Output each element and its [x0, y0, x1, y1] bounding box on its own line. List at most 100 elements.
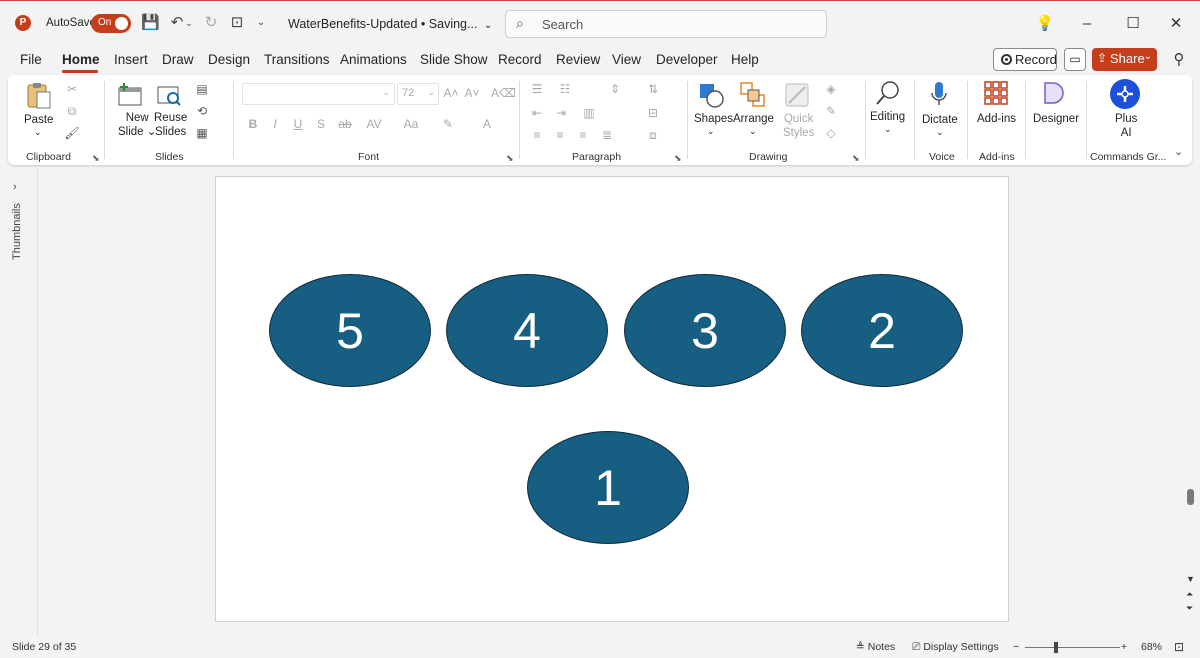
- font-launcher-icon[interactable]: ⬊: [506, 153, 514, 164]
- font-color-icon[interactable]: A: [479, 116, 495, 132]
- tab-slide-show[interactable]: Slide Show: [420, 52, 488, 67]
- zoom-slider[interactable]: [1025, 647, 1120, 648]
- close-button[interactable]: ✕: [1165, 13, 1187, 35]
- ellipse-shape-5[interactable]: 5: [269, 274, 431, 387]
- smartart-icon[interactable]: ⧈: [645, 127, 661, 143]
- tab-draw[interactable]: Draw: [162, 52, 194, 67]
- align-right-icon[interactable]: ≡: [575, 127, 591, 143]
- tab-help[interactable]: Help: [731, 52, 759, 67]
- designer-icon[interactable]: [1040, 79, 1068, 107]
- scroll-down-icon[interactable]: ▼: [1186, 574, 1195, 584]
- ellipse-shape-2[interactable]: 2: [801, 274, 963, 387]
- tab-home[interactable]: Home: [62, 52, 100, 67]
- lightbulb-icon[interactable]: 💡: [1034, 13, 1056, 35]
- quick-styles-label[interactable]: Quick Styles: [783, 112, 814, 140]
- chevron-down-icon[interactable]: ⌄: [749, 126, 757, 137]
- format-painter-icon[interactable]: 🖌: [64, 125, 80, 141]
- slide-canvas[interactable]: 5 4 3 2 1: [215, 176, 1009, 622]
- tab-design[interactable]: Design: [208, 52, 250, 67]
- fit-to-window-icon[interactable]: ⊡: [1174, 640, 1184, 654]
- document-title[interactable]: WaterBenefits-Updated • Saving... ⌄: [288, 17, 492, 31]
- paste-label[interactable]: Paste: [24, 113, 53, 127]
- align-left-icon[interactable]: ≡: [529, 127, 545, 143]
- new-slide-icon[interactable]: [116, 81, 144, 109]
- copy-icon[interactable]: ⧉: [64, 103, 80, 119]
- shapes-label[interactable]: Shapes: [694, 112, 733, 126]
- add-ins-label[interactable]: Add-ins: [977, 112, 1016, 126]
- zoom-out-button[interactable]: −: [1013, 641, 1019, 653]
- chevron-down-icon[interactable]: ⌄: [707, 126, 715, 137]
- shrink-font-icon[interactable]: A˅: [464, 85, 480, 101]
- tab-insert[interactable]: Insert: [114, 52, 148, 67]
- reuse-slides-icon[interactable]: [155, 81, 183, 109]
- next-slide-icon[interactable]: ⏷: [1186, 603, 1193, 614]
- layout-icon[interactable]: ▤: [194, 81, 210, 97]
- columns-icon[interactable]: ▥: [581, 105, 597, 121]
- autosave-toggle[interactable]: On: [91, 14, 131, 33]
- share-button[interactable]: ⇪ Share ⌄: [1092, 48, 1157, 71]
- zoom-slider-knob[interactable]: [1054, 642, 1058, 653]
- tab-review[interactable]: Review: [556, 52, 600, 67]
- add-ins-icon[interactable]: [983, 80, 1009, 106]
- designer-label[interactable]: Designer: [1033, 112, 1079, 126]
- font-size-dropdown[interactable]: 72 ⌄: [397, 83, 439, 105]
- chevron-down-icon[interactable]: ⌄: [884, 124, 892, 135]
- collapse-ribbon-icon[interactable]: ⌄: [1174, 145, 1183, 158]
- undo-dropdown-icon[interactable]: ⌄: [184, 14, 194, 32]
- bullets-icon[interactable]: ☰: [529, 81, 545, 97]
- cut-icon[interactable]: ✂: [64, 81, 80, 97]
- line-spacing-icon[interactable]: ⇕: [607, 81, 623, 97]
- strikethrough-icon[interactable]: ab: [337, 116, 353, 132]
- plus-ai-label[interactable]: Plus AI: [1115, 112, 1137, 140]
- redo-icon[interactable]: ↻: [202, 14, 220, 32]
- tab-record[interactable]: Record: [498, 52, 542, 67]
- shapes-icon[interactable]: [698, 81, 726, 109]
- shape-fill-icon[interactable]: ◈: [823, 81, 839, 97]
- text-direction-icon[interactable]: ⇅: [645, 81, 661, 97]
- justify-icon[interactable]: ≣: [599, 127, 615, 143]
- clear-formatting-icon[interactable]: A⌫: [491, 85, 516, 101]
- underline-icon[interactable]: U: [290, 116, 306, 132]
- numbering-icon[interactable]: ☷: [557, 81, 573, 97]
- change-case-icon[interactable]: Aa: [400, 116, 422, 132]
- reuse-slides-label[interactable]: Reuse Slides: [154, 111, 187, 139]
- profile-icon[interactable]: ⚲: [1168, 49, 1190, 71]
- comments-button[interactable]: ▭: [1064, 48, 1086, 71]
- customize-qat-icon[interactable]: ⌄: [255, 14, 267, 32]
- decrease-indent-icon[interactable]: ⇤: [529, 105, 545, 121]
- paragraph-launcher-icon[interactable]: ⬊: [674, 153, 682, 164]
- minimize-button[interactable]: –: [1076, 13, 1098, 35]
- tab-developer[interactable]: Developer: [656, 52, 718, 67]
- align-text-icon[interactable]: ⊟: [645, 105, 661, 121]
- editing-label[interactable]: Editing: [870, 110, 905, 124]
- display-settings-button[interactable]: ⎚ Display Settings: [912, 641, 999, 654]
- thumbnails-label[interactable]: Thumbnails: [11, 203, 23, 260]
- ellipse-shape-4[interactable]: 4: [446, 274, 608, 387]
- maximize-button[interactable]: ☐: [1122, 13, 1144, 35]
- tab-view[interactable]: View: [612, 52, 641, 67]
- italic-icon[interactable]: I: [267, 116, 283, 132]
- clipboard-launcher-icon[interactable]: ⬊: [92, 153, 100, 164]
- present-icon[interactable]: ⊡: [228, 14, 246, 32]
- arrange-icon[interactable]: [739, 81, 767, 109]
- font-family-dropdown[interactable]: ⌄: [242, 83, 395, 105]
- search-box[interactable]: ⌕ Search: [505, 10, 827, 38]
- find-icon[interactable]: [874, 79, 902, 107]
- arrange-label[interactable]: Arrange: [733, 112, 774, 126]
- expand-thumbnails-icon[interactable]: ›: [13, 181, 17, 193]
- ellipse-shape-1[interactable]: 1: [527, 431, 689, 544]
- quick-styles-icon[interactable]: [783, 81, 811, 109]
- shape-outline-icon[interactable]: ✎: [823, 103, 839, 119]
- paste-chevron-icon[interactable]: ⌄: [34, 127, 42, 138]
- microphone-icon[interactable]: [928, 80, 950, 110]
- dictate-label[interactable]: Dictate: [922, 113, 958, 127]
- align-center-icon[interactable]: ≡: [552, 127, 568, 143]
- zoom-in-button[interactable]: +: [1121, 641, 1127, 653]
- increase-indent-icon[interactable]: ⇥: [553, 105, 569, 121]
- record-button[interactable]: Record: [993, 48, 1057, 71]
- save-icon[interactable]: 💾: [141, 14, 160, 32]
- char-spacing-icon[interactable]: AV: [363, 116, 385, 132]
- tab-file[interactable]: File: [20, 52, 42, 67]
- tab-transitions[interactable]: Transitions: [264, 52, 330, 67]
- vertical-scrollbar-thumb[interactable]: [1187, 489, 1194, 505]
